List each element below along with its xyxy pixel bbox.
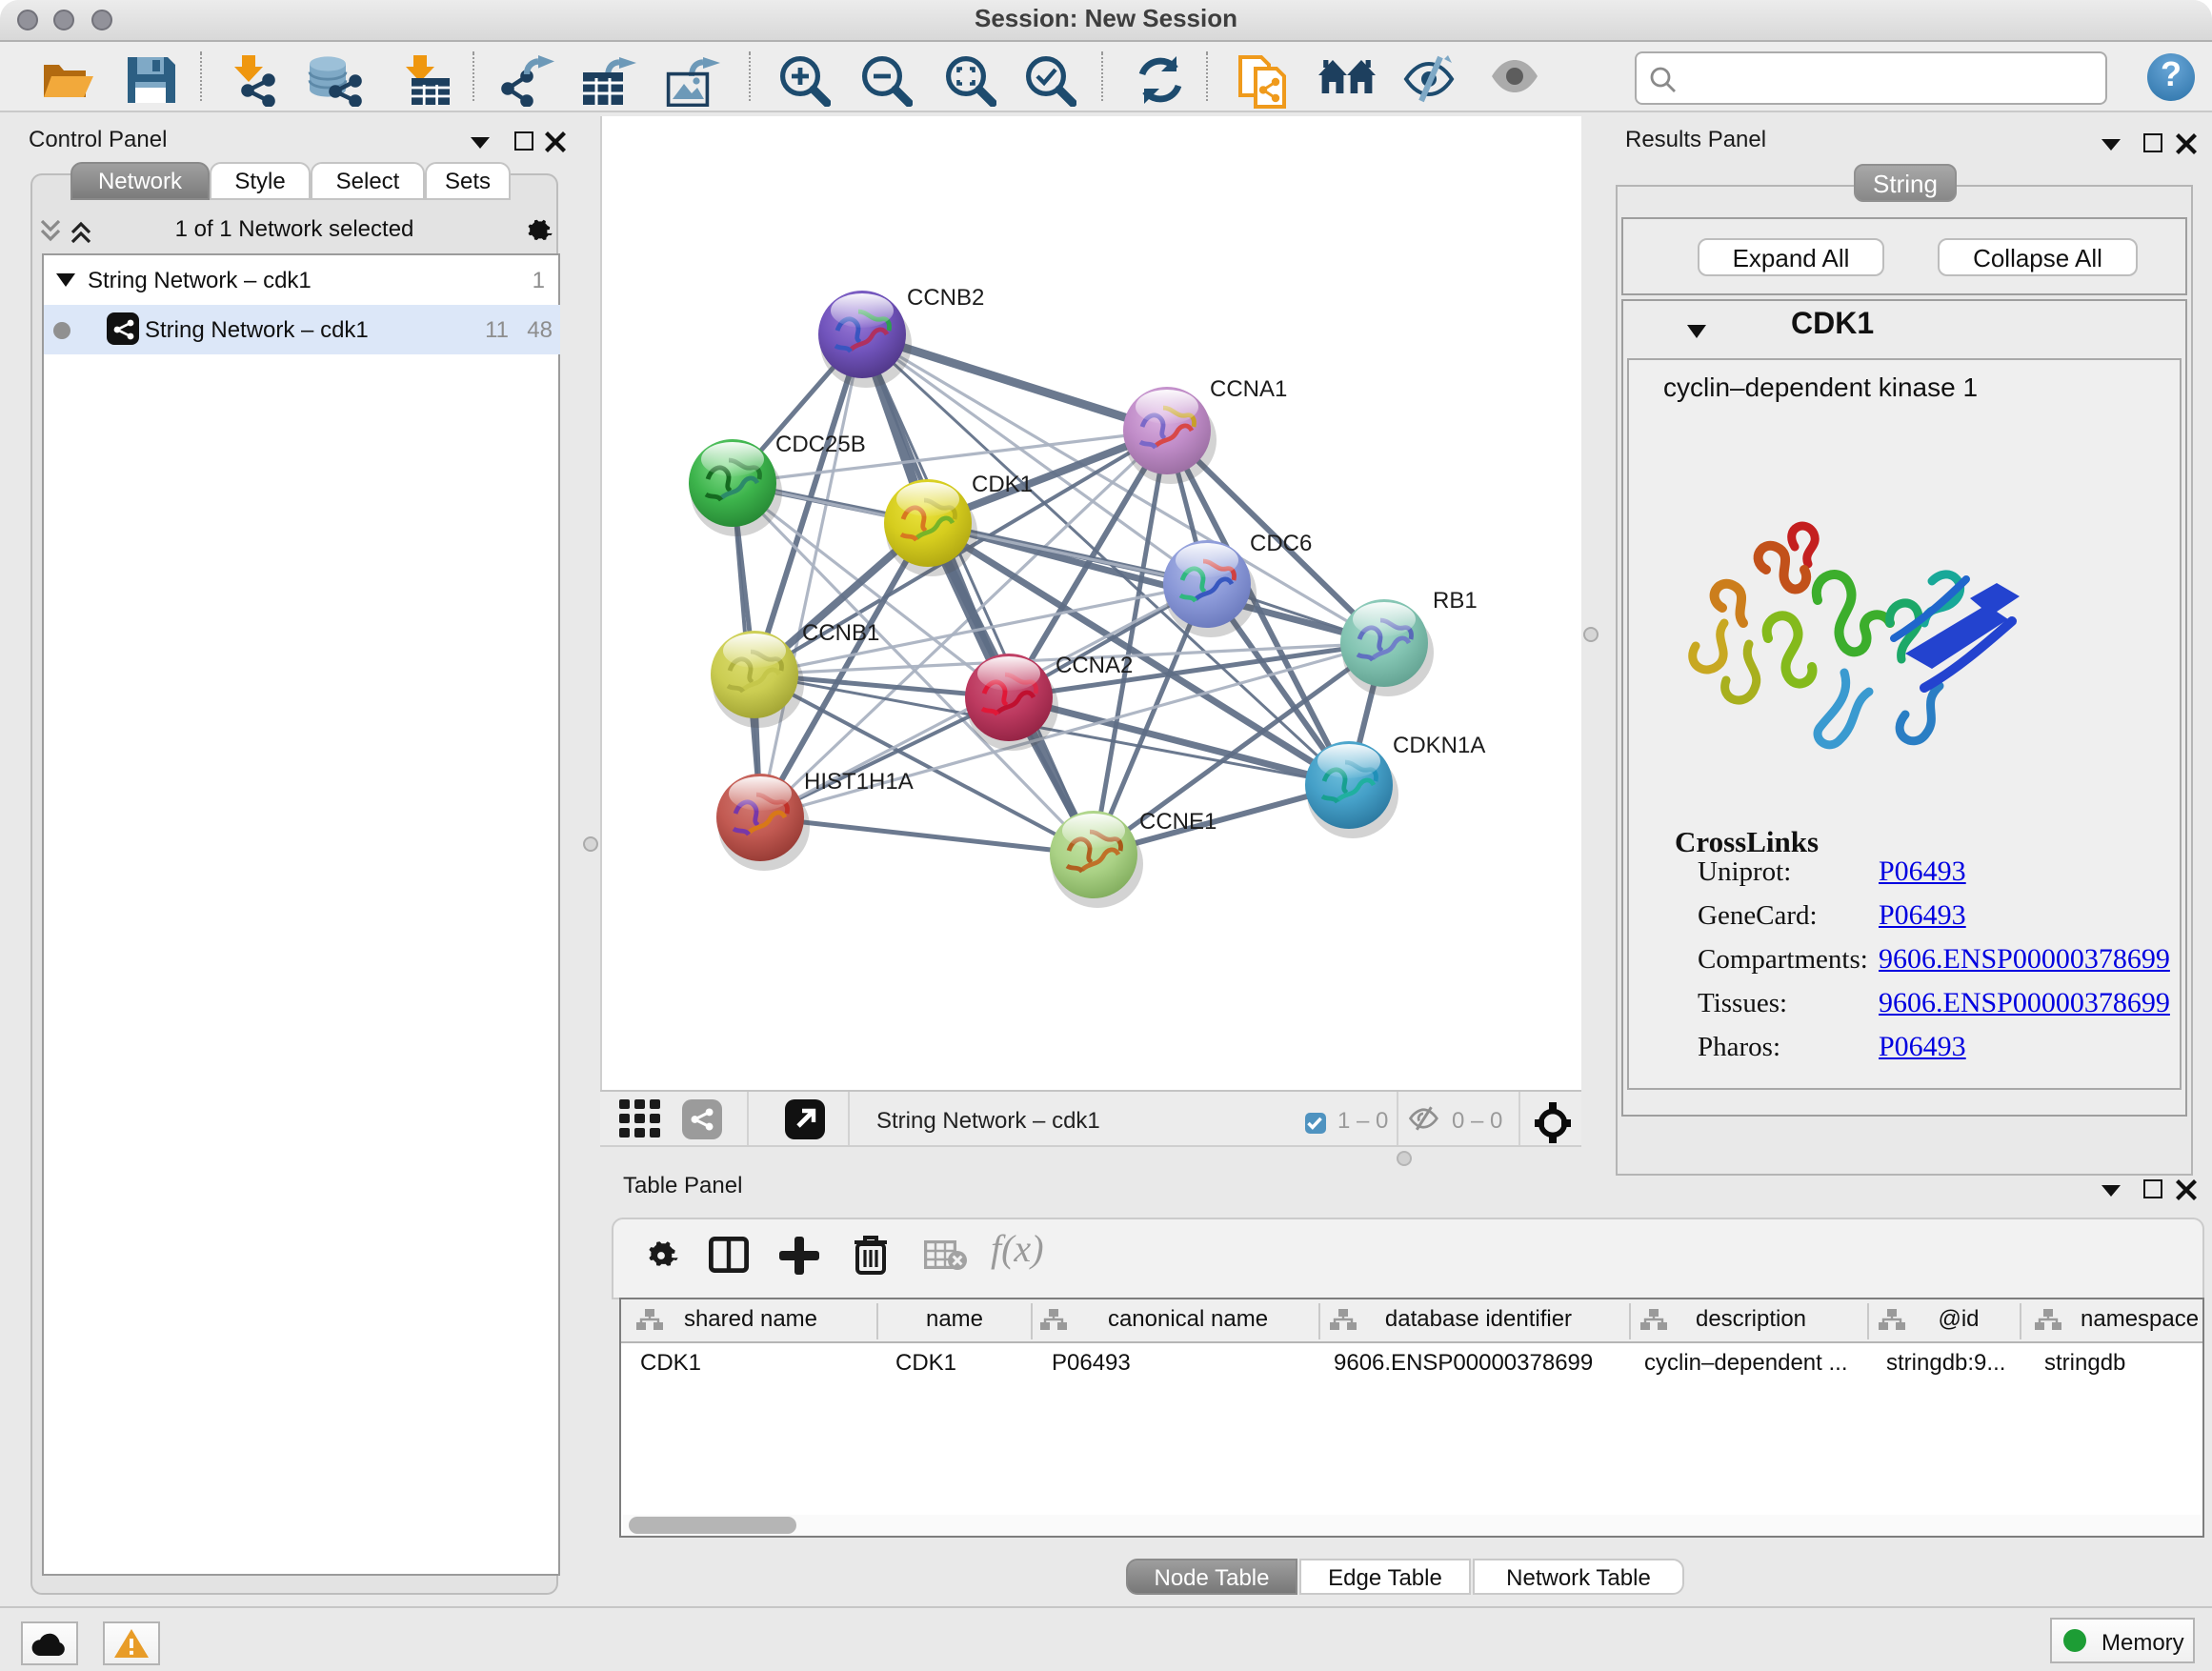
svg-text:CCNE1: CCNE1 — [1139, 809, 1217, 835]
svg-text:CCNA2: CCNA2 — [1056, 653, 1133, 678]
svg-text:CDKN1A: CDKN1A — [1393, 733, 1485, 758]
svg-text:CCNB2: CCNB2 — [907, 285, 984, 311]
svg-text:CDC6: CDC6 — [1250, 531, 1312, 556]
svg-text:HIST1H1A: HIST1H1A — [804, 769, 914, 795]
svg-text:RB1: RB1 — [1433, 588, 1478, 614]
svg-text:CDC25B: CDC25B — [775, 432, 866, 457]
svg-text:CDK1: CDK1 — [972, 472, 1033, 497]
svg-text:CCNB1: CCNB1 — [802, 620, 879, 646]
svg-text:CCNA1: CCNA1 — [1210, 376, 1287, 402]
